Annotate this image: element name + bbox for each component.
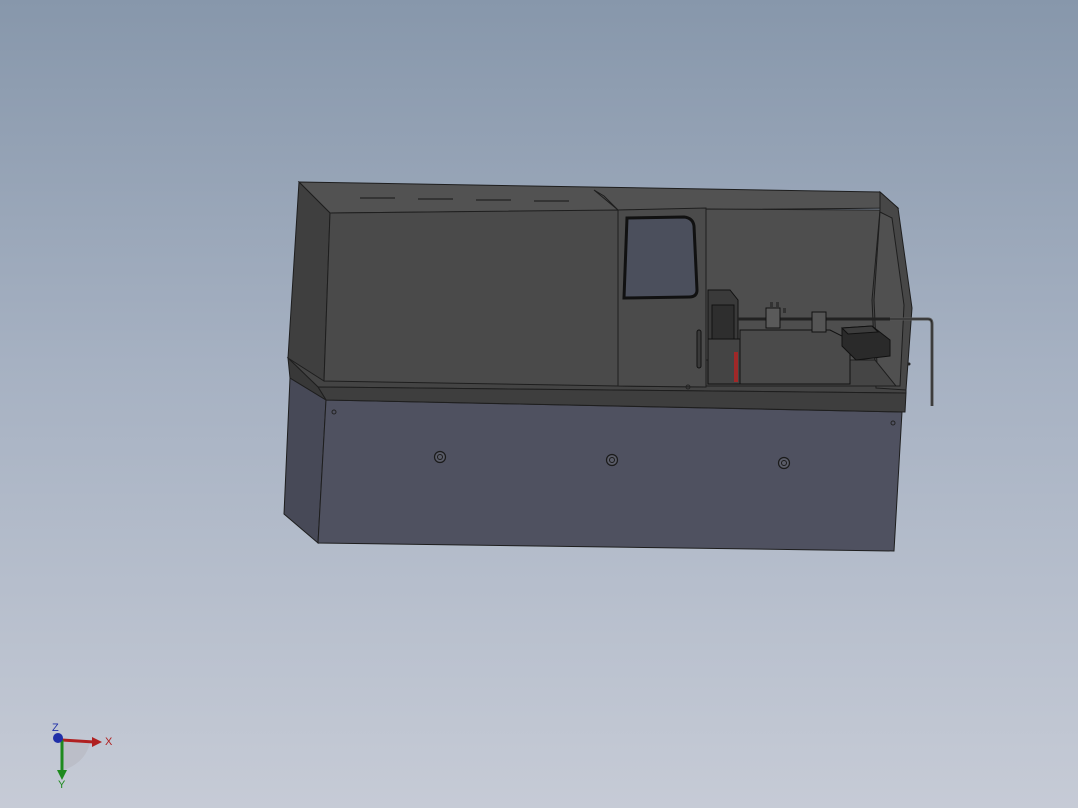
triad-sphere-shade bbox=[62, 740, 90, 770]
machine-model[interactable] bbox=[0, 0, 1078, 808]
frame-screw bbox=[907, 362, 911, 366]
z-axis-label: Z bbox=[52, 722, 59, 734]
graphics-viewport[interactable]: X Y Z bbox=[0, 0, 1078, 808]
bolt bbox=[777, 456, 791, 470]
bolt bbox=[433, 450, 447, 464]
z-axis-dot bbox=[53, 733, 63, 743]
x-axis-line bbox=[61, 738, 95, 744]
bolt bbox=[605, 453, 619, 467]
cabinet-left-face bbox=[287, 180, 331, 382]
x-axis-label: X bbox=[105, 736, 113, 748]
cabinet-front-panel bbox=[323, 209, 619, 387]
coordinate-triad: X Y Z bbox=[52, 722, 113, 788]
red-component bbox=[734, 352, 738, 382]
headstock-front bbox=[711, 304, 735, 340]
y-axis-label: Y bbox=[58, 779, 66, 788]
tool-post bbox=[811, 311, 827, 333]
door-window[interactable] bbox=[622, 215, 699, 300]
carriage-block bbox=[739, 329, 851, 385]
x-axis-arrowhead bbox=[92, 737, 102, 747]
base-front-panel bbox=[317, 399, 903, 552]
door-handle[interactable] bbox=[696, 329, 702, 369]
